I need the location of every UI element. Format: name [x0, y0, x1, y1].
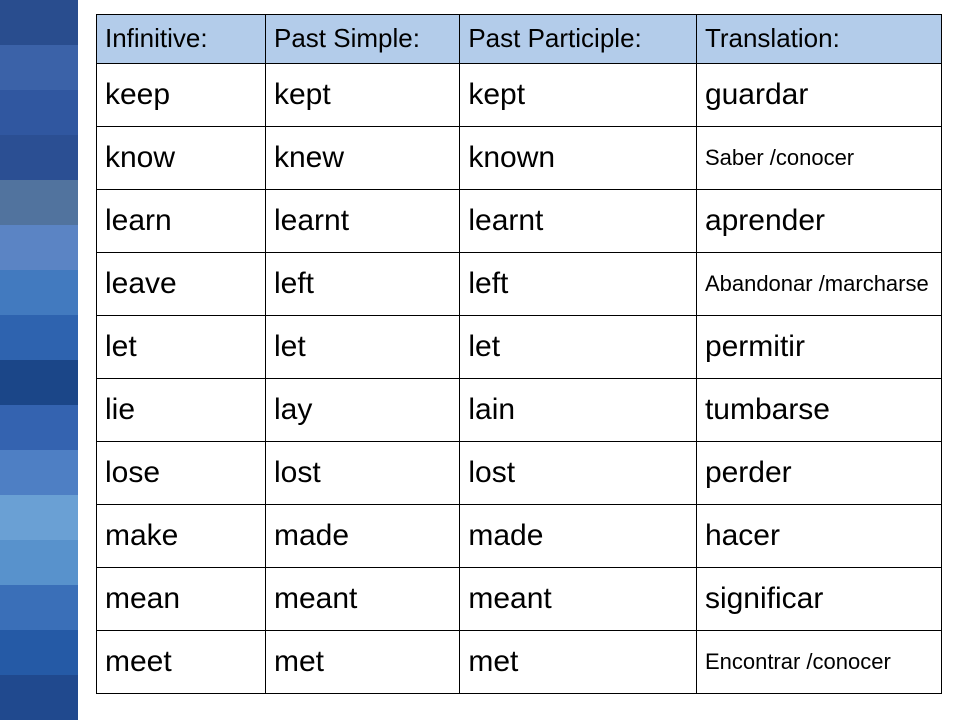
header-past-participle: Past Participle: — [460, 15, 697, 64]
cell-infinitive: mean — [97, 568, 266, 631]
sidebar-stripe — [0, 45, 78, 90]
sidebar-stripe — [0, 270, 78, 315]
header-translation: Translation: — [696, 15, 941, 64]
cell-translation: Encontrar /conocer — [696, 631, 941, 694]
cell-infinitive: leave — [97, 253, 266, 316]
sidebar-stripe — [0, 90, 78, 135]
cell-translation: tumbarse — [696, 379, 941, 442]
cell-infinitive: learn — [97, 190, 266, 253]
sidebar-stripe — [0, 0, 78, 45]
cell-infinitive: lie — [97, 379, 266, 442]
cell-infinitive: meet — [97, 631, 266, 694]
cell-past-participle: lain — [460, 379, 697, 442]
cell-past-participle: met — [460, 631, 697, 694]
cell-translation: Saber /conocer — [696, 127, 941, 190]
cell-translation: aprender — [696, 190, 941, 253]
sidebar-stripe — [0, 180, 78, 225]
cell-past-simple: made — [266, 505, 460, 568]
table-row: letletletpermitir — [97, 316, 942, 379]
header-past-simple: Past Simple: — [266, 15, 460, 64]
cell-translation: hacer — [696, 505, 941, 568]
table-row: leaveleftleftAbandonar /marcharse — [97, 253, 942, 316]
cell-infinitive: know — [97, 127, 266, 190]
cell-past-simple: meant — [266, 568, 460, 631]
table-row: makemademadehacer — [97, 505, 942, 568]
sidebar-stripe — [0, 585, 78, 630]
cell-past-participle: left — [460, 253, 697, 316]
table-row: knowknewknownSaber /conocer — [97, 127, 942, 190]
sidebar-stripe — [0, 450, 78, 495]
sidebar-stripe — [0, 495, 78, 540]
header-infinitive: Infinitive: — [97, 15, 266, 64]
cell-translation: perder — [696, 442, 941, 505]
slide-content: Infinitive: Past Simple: Past Participle… — [78, 0, 960, 720]
cell-past-participle: made — [460, 505, 697, 568]
table-row: loselostlostperder — [97, 442, 942, 505]
cell-past-simple: learnt — [266, 190, 460, 253]
sidebar-stripe — [0, 360, 78, 405]
cell-past-simple: left — [266, 253, 460, 316]
sidebar-stripe — [0, 540, 78, 585]
cell-translation: guardar — [696, 64, 941, 127]
cell-past-simple: met — [266, 631, 460, 694]
sidebar-stripe — [0, 315, 78, 360]
cell-past-simple: kept — [266, 64, 460, 127]
cell-past-participle: learnt — [460, 190, 697, 253]
cell-past-simple: lost — [266, 442, 460, 505]
cell-past-simple: knew — [266, 127, 460, 190]
table-row: meanmeantmeantsignificar — [97, 568, 942, 631]
sidebar-stripe — [0, 135, 78, 180]
table-row: keepkeptkeptguardar — [97, 64, 942, 127]
table-row: lielaylaintumbarse — [97, 379, 942, 442]
verbs-table: Infinitive: Past Simple: Past Participle… — [96, 14, 942, 694]
cell-translation: significar — [696, 568, 941, 631]
cell-past-participle: meant — [460, 568, 697, 631]
sidebar-stripe — [0, 405, 78, 450]
table-header-row: Infinitive: Past Simple: Past Participle… — [97, 15, 942, 64]
cell-translation: Abandonar /marcharse — [696, 253, 941, 316]
sidebar-stripe — [0, 675, 78, 720]
table-row: learnlearntlearntaprender — [97, 190, 942, 253]
sidebar-stripe — [0, 630, 78, 675]
cell-infinitive: let — [97, 316, 266, 379]
cell-infinitive: keep — [97, 64, 266, 127]
cell-infinitive: lose — [97, 442, 266, 505]
sidebar-stripe — [0, 225, 78, 270]
cell-past-participle: known — [460, 127, 697, 190]
cell-translation: permitir — [696, 316, 941, 379]
cell-past-participle: kept — [460, 64, 697, 127]
cell-past-participle: let — [460, 316, 697, 379]
table-row: meetmetmetEncontrar /conocer — [97, 631, 942, 694]
cell-infinitive: make — [97, 505, 266, 568]
cell-past-simple: let — [266, 316, 460, 379]
decorative-sidebar — [0, 0, 78, 720]
cell-past-simple: lay — [266, 379, 460, 442]
cell-past-participle: lost — [460, 442, 697, 505]
